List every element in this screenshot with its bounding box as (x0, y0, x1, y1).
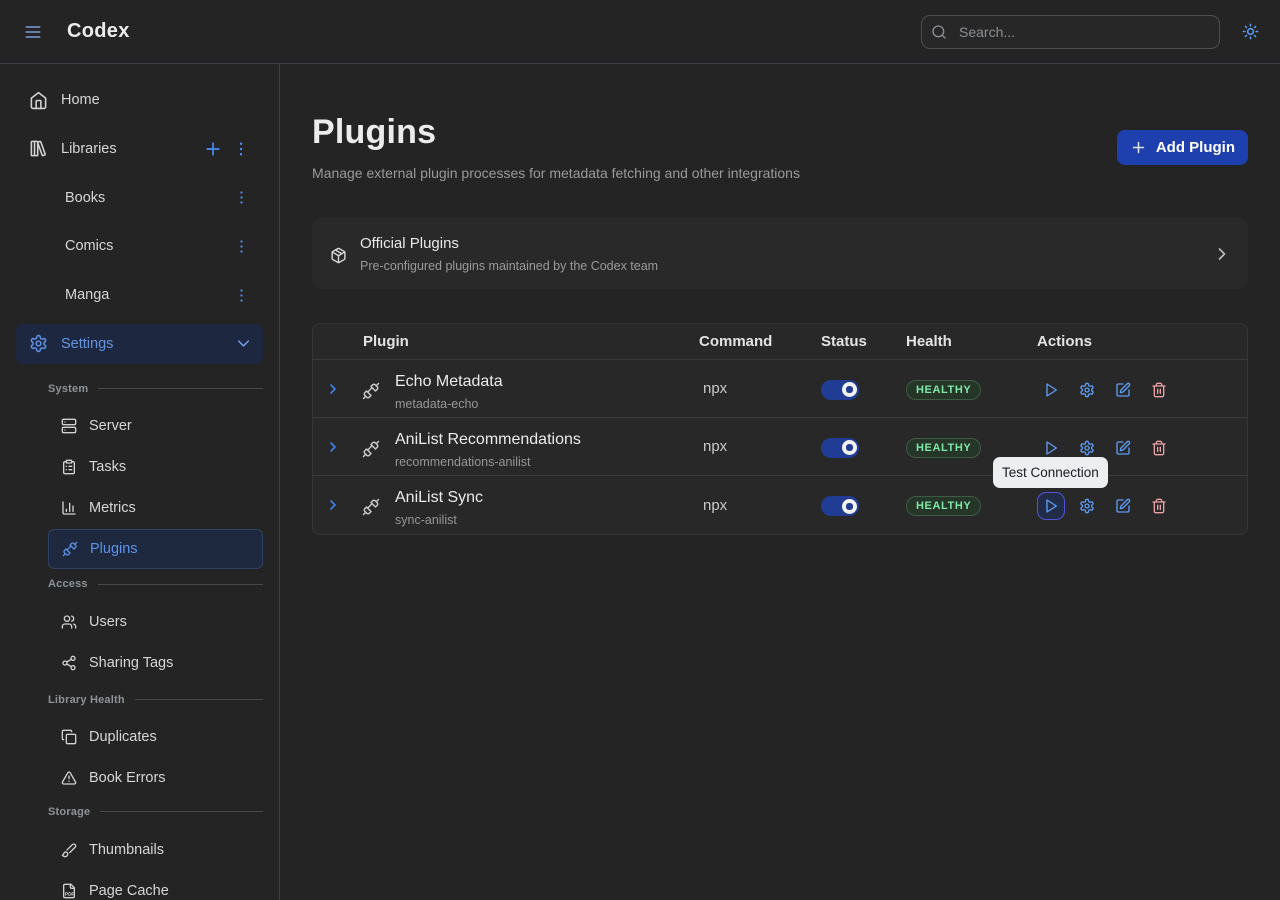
svg-text:PDF: PDF (65, 892, 74, 897)
